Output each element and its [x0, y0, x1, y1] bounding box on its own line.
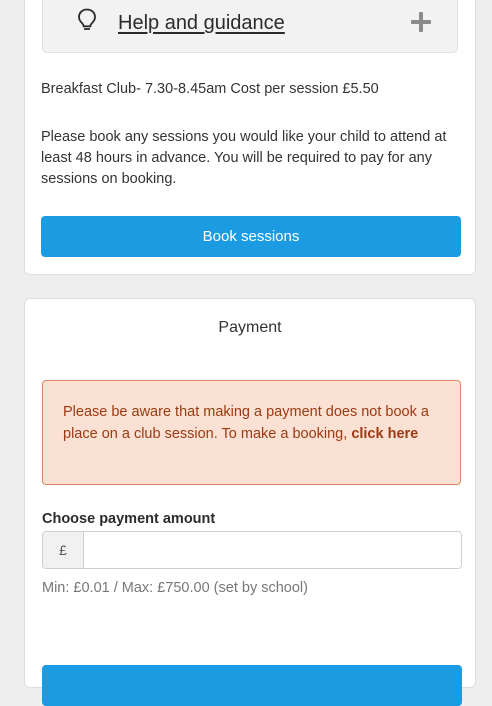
payment-warning-notice: Please be aware that making a payment do…	[42, 380, 461, 485]
currency-prefix: £	[43, 532, 84, 568]
lightbulb-icon	[78, 8, 96, 30]
session-info-text: Breakfast Club- 7.30-8.45am Cost per ses…	[41, 81, 379, 97]
click-here-link[interactable]: click here	[351, 426, 418, 442]
payment-card: Payment Please be aware that making a pa…	[24, 298, 476, 706]
make-payment-button[interactable]	[42, 665, 462, 706]
help-and-guidance-toggle[interactable]: Help and guidance	[42, 0, 458, 53]
payment-limits-text: Min: £0.01 / Max: £750.00 (set by school…	[42, 580, 308, 596]
club-card: Help and guidance Breakfast Club- 7.30-8…	[24, 0, 476, 275]
payment-amount-label: Choose payment amount	[42, 511, 216, 527]
booking-note-text: Please book any sessions you would like …	[41, 129, 447, 187]
payment-title: Payment	[218, 319, 282, 336]
book-sessions-button[interactable]: Book sessions	[41, 216, 461, 257]
payment-amount-group: £	[42, 531, 462, 569]
plus-icon[interactable]	[411, 12, 431, 32]
payment-amount-input[interactable]	[84, 532, 461, 568]
help-and-guidance-label[interactable]: Help and guidance	[118, 12, 285, 35]
